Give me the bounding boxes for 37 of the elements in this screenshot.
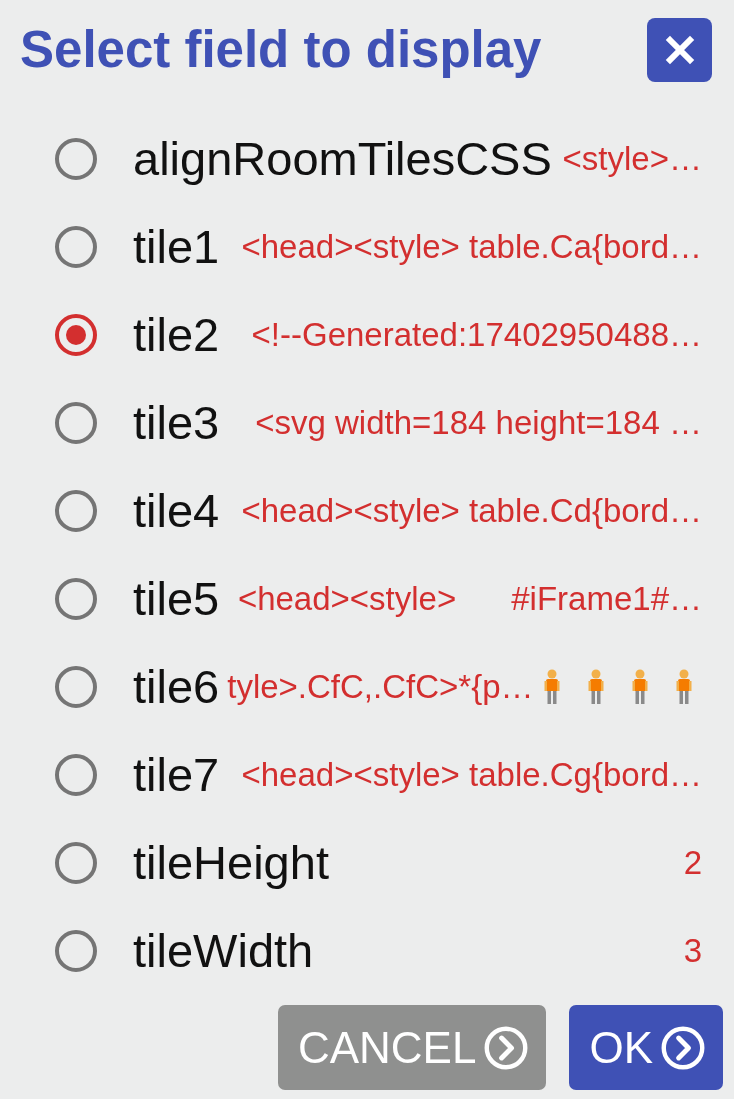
field-name: alignRoomTilesCSS	[133, 131, 552, 186]
close-icon	[664, 35, 695, 65]
radio-button[interactable]	[55, 314, 97, 356]
field-name: tile7	[133, 747, 220, 802]
field-name: tileHeight	[133, 835, 329, 890]
radio-button[interactable]	[55, 490, 97, 532]
field-value: <head><style> table.Cg{bord…	[240, 755, 702, 795]
field-value: <style>…	[561, 139, 702, 179]
field-value: tyle>.CfC,.CfC>*{p…	[227, 667, 534, 707]
field-value: <!--Generated:17402950488…	[250, 315, 702, 355]
radio-button[interactable]	[55, 842, 97, 884]
field-name: tile4	[133, 483, 220, 538]
field-value: 2	[682, 843, 702, 883]
radio-button[interactable]	[55, 138, 97, 180]
field-value: <head><style> table.Ca{bord…	[240, 227, 702, 267]
radio-button[interactable]	[55, 754, 97, 796]
radio-button[interactable]	[55, 578, 97, 620]
field-name: tileWidth	[133, 923, 314, 978]
close-button[interactable]	[647, 18, 712, 82]
radio-button[interactable]	[55, 226, 97, 268]
field-value: 3	[682, 931, 702, 971]
field-name: tile1	[133, 219, 220, 274]
ok-button[interactable]: OK	[569, 1005, 723, 1090]
standing-person-icon	[674, 669, 694, 705]
field-value: <head><style> table.Cd{bord…	[240, 491, 702, 531]
radio-button[interactable]	[55, 402, 97, 444]
field-value: <head><style> #iFrame1#…	[236, 579, 702, 619]
field-name: tile6	[133, 659, 220, 714]
radio-button[interactable]	[55, 930, 97, 972]
field-name: tile5	[133, 571, 220, 626]
radio-button[interactable]	[55, 666, 97, 708]
dialog-title: Select field to display	[20, 21, 542, 79]
field-value: <svg width=184 height=184 …	[254, 403, 702, 443]
field-name: tile2	[133, 307, 220, 362]
chevron-circle-icon	[484, 1025, 529, 1070]
chevron-circle-icon	[661, 1025, 705, 1070]
field-name: tile3	[133, 395, 220, 450]
